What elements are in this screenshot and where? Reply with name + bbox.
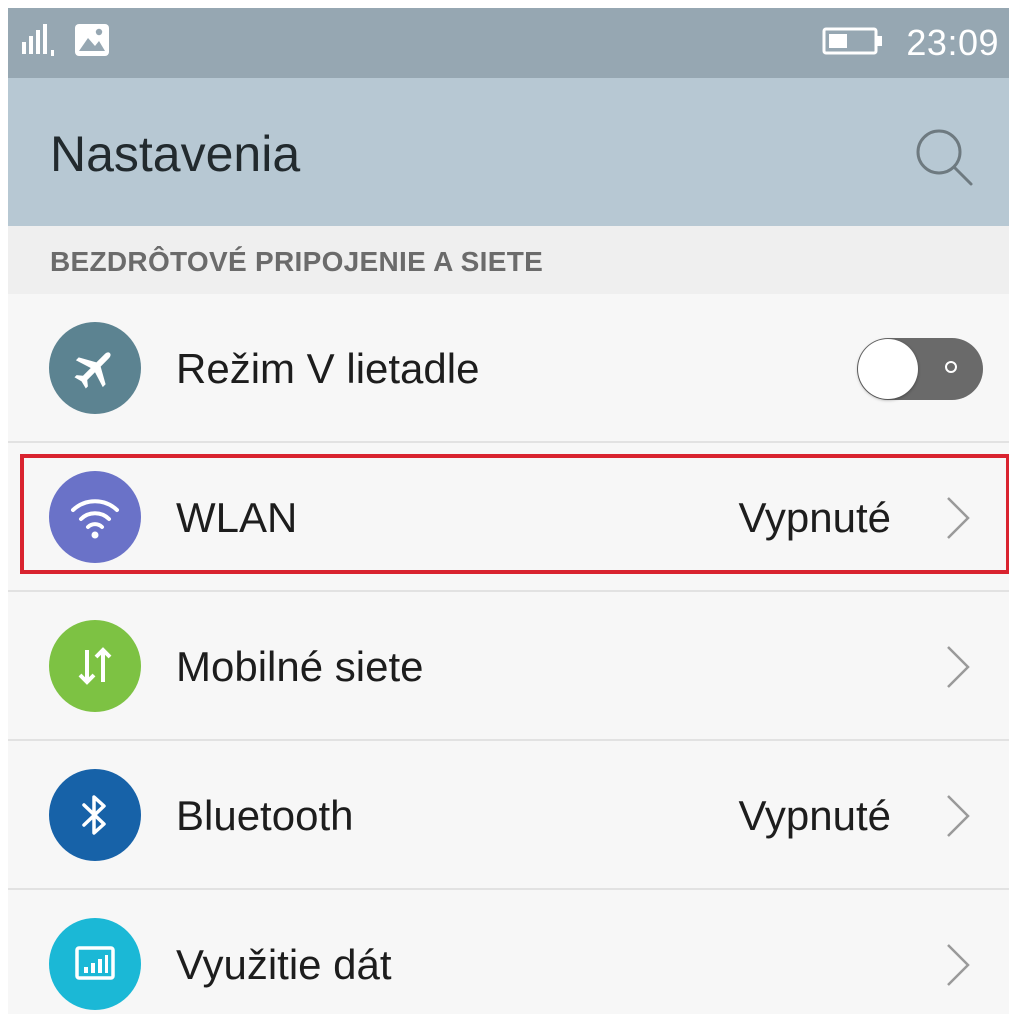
battery-icon bbox=[822, 26, 884, 61]
status-left bbox=[20, 23, 110, 62]
chevron-right-icon bbox=[943, 495, 973, 541]
signal-bars-icon bbox=[20, 23, 60, 61]
chevron-right-icon bbox=[943, 644, 973, 690]
app-bar: Nastavenia bbox=[8, 78, 1009, 226]
airplane-icon bbox=[49, 322, 141, 414]
mobile-data-icon bbox=[49, 620, 141, 712]
wlan-status: Vypnuté bbox=[738, 494, 891, 541]
airplane-mode-label: Režim V lietadle bbox=[176, 345, 480, 392]
status-bar: 23:09 bbox=[8, 8, 1009, 78]
airplane-mode-row[interactable]: Režim V lietadle bbox=[8, 294, 1009, 443]
status-right: 23:09 bbox=[822, 18, 999, 68]
toggle-knob bbox=[858, 339, 918, 399]
settings-screen: 23:09 Nastavenia BEZDRÔTOVÉ PRIPOJENIE A… bbox=[8, 8, 1009, 1014]
section-title: BEZDRÔTOVÉ PRIPOJENIE A SIETE bbox=[50, 246, 544, 277]
wlan-row[interactable]: WLAN Vypnuté bbox=[8, 443, 1009, 592]
search-icon bbox=[913, 126, 975, 193]
wlan-label: WLAN bbox=[176, 494, 298, 541]
section-header: BEZDRÔTOVÉ PRIPOJENIE A SIETE bbox=[8, 226, 1009, 294]
bluetooth-icon bbox=[49, 769, 141, 861]
bluetooth-label: Bluetooth bbox=[176, 792, 354, 839]
data-usage-label: Využitie dát bbox=[176, 941, 392, 988]
status-time: 23:09 bbox=[906, 22, 999, 63]
data-usage-icon bbox=[49, 918, 141, 1010]
chevron-right-icon bbox=[943, 793, 973, 839]
airplane-mode-toggle[interactable] bbox=[857, 338, 983, 400]
settings-list: Režim V lietadle WLAN Vypnuté Mobilné si… bbox=[8, 294, 1009, 1014]
bluetooth-status: Vypnuté bbox=[738, 792, 891, 839]
image-notification-icon bbox=[74, 23, 110, 62]
chevron-right-icon bbox=[943, 942, 973, 988]
search-button[interactable] bbox=[911, 126, 977, 192]
mobile-networks-row[interactable]: Mobilné siete bbox=[8, 592, 1009, 741]
mobile-networks-label: Mobilné siete bbox=[176, 643, 424, 690]
toggle-off-indicator bbox=[945, 361, 957, 373]
data-usage-row[interactable]: Využitie dát bbox=[8, 890, 1009, 1014]
wifi-icon bbox=[49, 471, 141, 563]
bluetooth-row[interactable]: Bluetooth Vypnuté bbox=[8, 741, 1009, 890]
page-title: Nastavenia bbox=[50, 126, 301, 182]
